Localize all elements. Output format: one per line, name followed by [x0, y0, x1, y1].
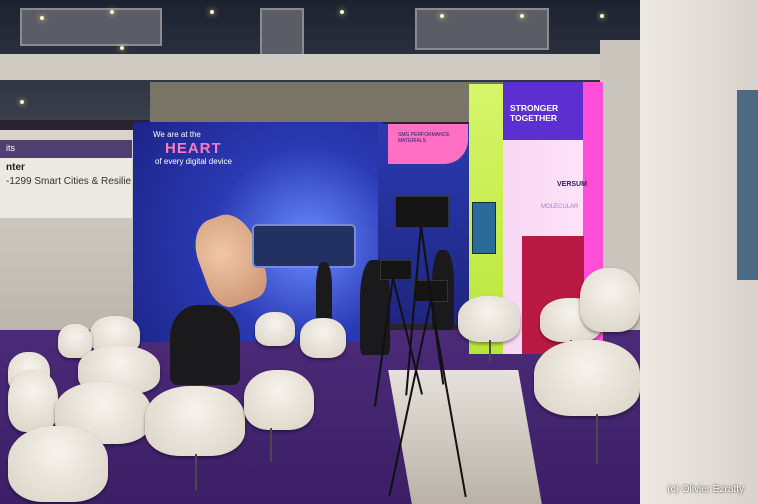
ceiling-panel: [20, 8, 162, 46]
ceiling-light: [120, 46, 124, 50]
lounge-chair: [300, 318, 346, 358]
lounge-chair: [580, 268, 640, 332]
tower-slogan-line2: TOGETHER: [510, 113, 558, 123]
tower-slogan: STRONGER TOGETHER: [510, 103, 558, 123]
lounge-chair: [534, 340, 640, 416]
booth-headline-top: We are at the: [153, 130, 201, 139]
wall-sign-title: nter: [6, 162, 25, 173]
pink-bubble-text: SMG PERFORMANCE MATERIALS: [398, 132, 450, 144]
chair-leg: [195, 454, 197, 490]
lounge-chair: [458, 296, 520, 342]
lounge-chair: [8, 370, 58, 432]
ceiling-light: [600, 14, 604, 18]
chair-leg: [596, 414, 598, 464]
ceiling-light: [40, 16, 44, 20]
ceiling-light: [340, 10, 344, 14]
seated-people: [170, 305, 240, 385]
lounge-chair: [145, 386, 245, 456]
chip-illustration: [252, 224, 356, 268]
ceiling-light: [210, 10, 214, 14]
ceiling-light: [520, 14, 524, 18]
ceiling-panel: [415, 8, 549, 50]
pink-speech-bubble: [388, 124, 468, 164]
photo-frame: its nter -1299 Smart Cities & Resilie We…: [0, 0, 758, 504]
display-monitor: [472, 202, 496, 254]
ceiling-light: [110, 10, 114, 14]
wall-sign-line: -1299 Smart Cities & Resilie: [6, 176, 132, 187]
ceiling-light: [20, 100, 24, 104]
lounge-chair: [244, 370, 314, 430]
booth-headline-main: HEART: [165, 140, 222, 157]
camera-monitor: [395, 196, 449, 228]
ceiling-light: [440, 14, 444, 18]
tower-slogan-line1: STRONGER: [510, 103, 559, 113]
brand-versum: VERSUM: [557, 181, 587, 188]
lounge-chair: [8, 426, 108, 502]
brand-molecular: MOLECULAR: [541, 204, 579, 210]
person: [316, 262, 332, 322]
chair-leg: [270, 428, 272, 462]
pillar-window: [737, 90, 758, 280]
lounge-chair: [255, 312, 295, 346]
chair-leg: [489, 340, 491, 362]
booth-headline-bottom: of every digital device: [155, 157, 232, 166]
ceiling-beam: [0, 54, 640, 80]
wall-sign-header: its: [6, 143, 15, 153]
photo-credit: (c) Olivier Ezratty: [667, 484, 744, 495]
video-camera: [380, 260, 412, 280]
